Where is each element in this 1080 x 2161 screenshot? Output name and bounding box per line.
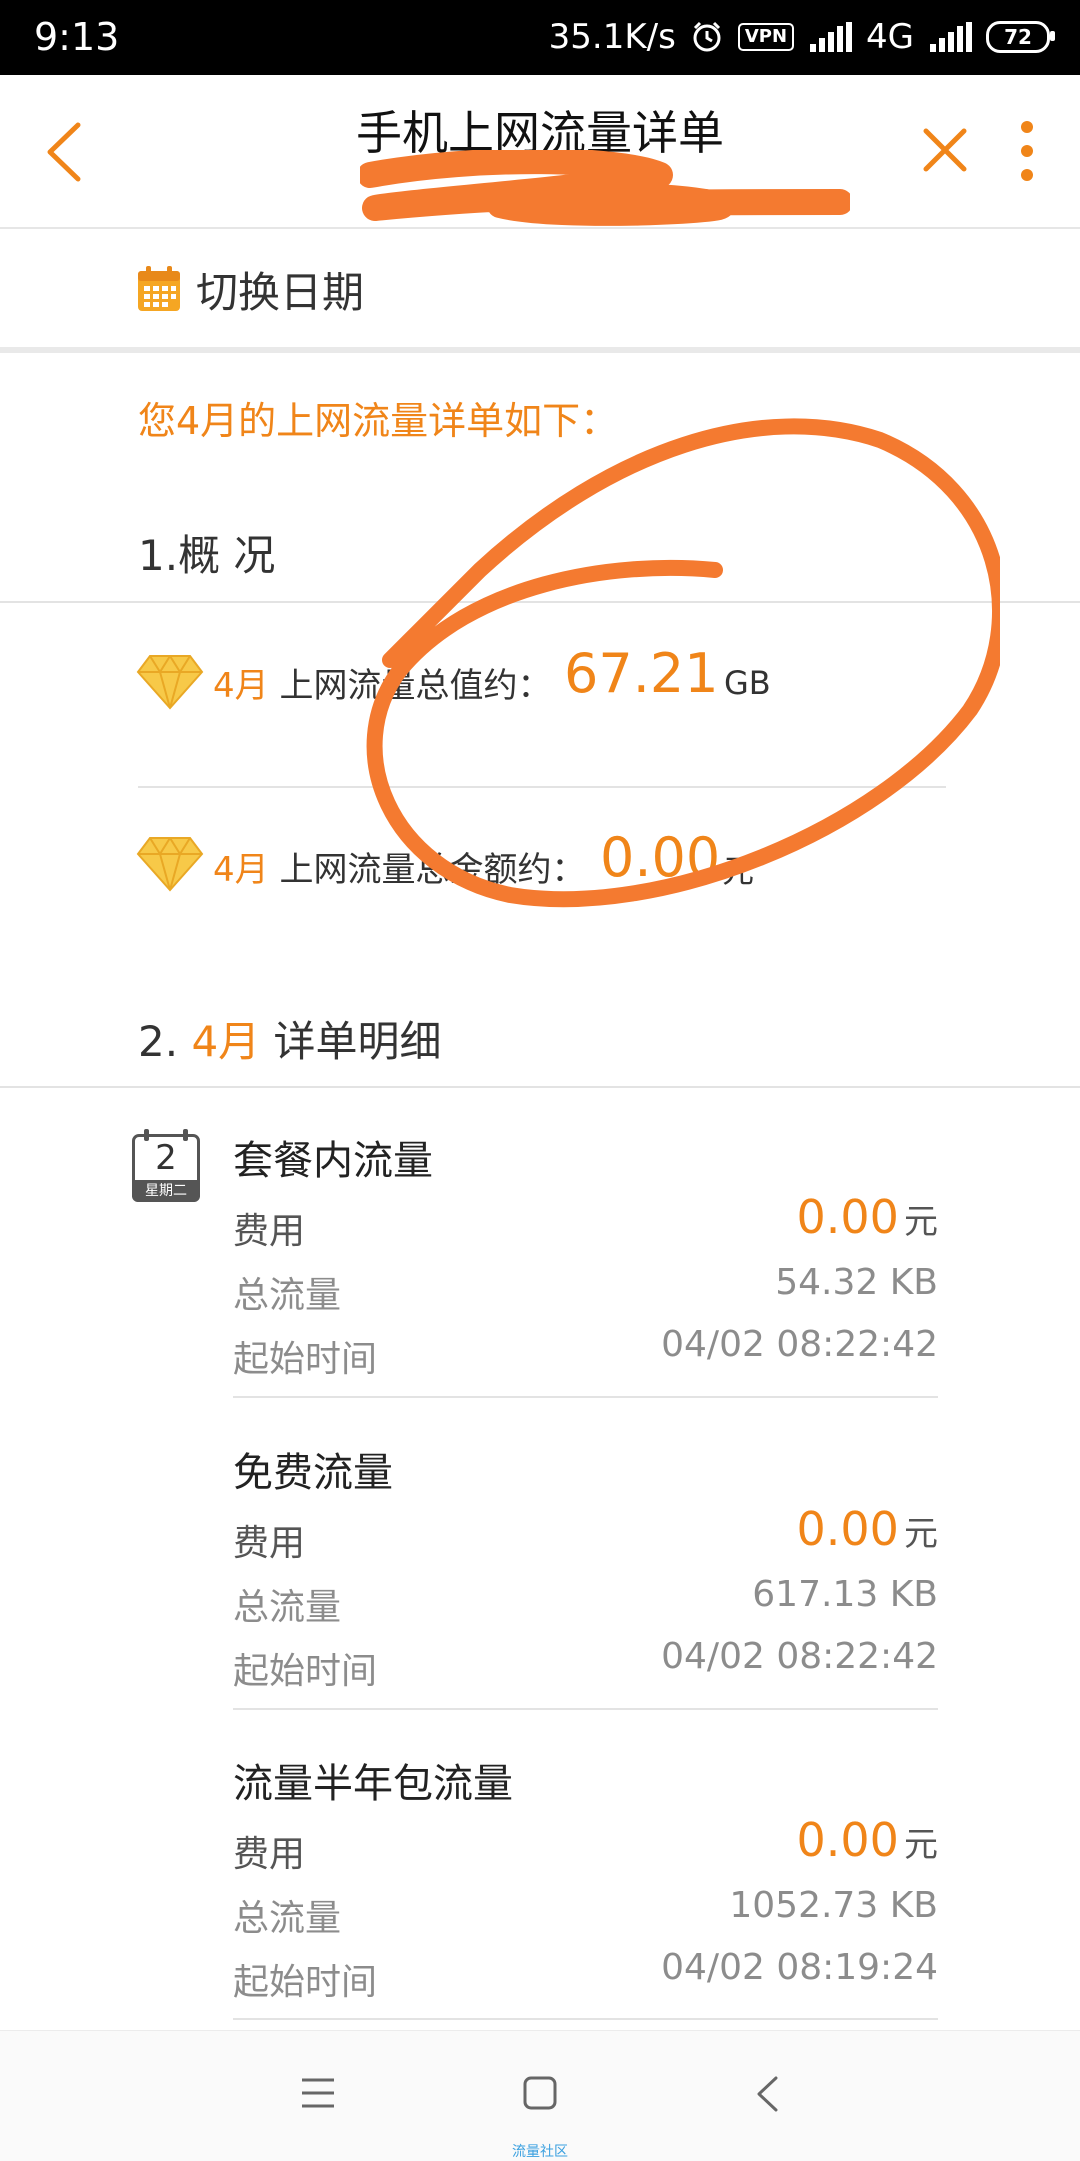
fee-currency: 元 bbox=[904, 1825, 938, 1865]
detail-item: 流量半年包流量 费用 0.00 元 总流量 1052.73 KB 起始时间 04… bbox=[233, 1751, 938, 2041]
item-name: 免费流量 bbox=[233, 1450, 393, 1496]
details-heading-prefix: 2. bbox=[138, 1017, 179, 1066]
navigation-bar: 流量社区 bbox=[0, 2030, 1080, 2161]
traffic-value: 1052.73 KB bbox=[729, 1885, 938, 1926]
day-calendar-icon: 2 星期二 bbox=[132, 1129, 200, 1202]
divider bbox=[233, 1708, 938, 1710]
vpn-icon: VPN bbox=[737, 23, 795, 51]
more-menu-icon[interactable] bbox=[1012, 119, 1042, 183]
fee-currency: 元 bbox=[904, 1514, 938, 1554]
fee-value: 0.00 元 bbox=[796, 1190, 938, 1244]
fee-label: 费用 bbox=[233, 1211, 306, 1252]
fee-currency: 元 bbox=[904, 1202, 938, 1242]
diamond-icon bbox=[136, 655, 204, 710]
start-value: 04/02 08:19:24 bbox=[661, 1947, 938, 1988]
signal-icon bbox=[810, 22, 853, 52]
calendar-day: 2 bbox=[155, 1138, 177, 1178]
traffic-label: 总流量 bbox=[233, 1275, 342, 1316]
traffic-label: 总流量 bbox=[233, 1587, 342, 1628]
calendar-weekday: 星期二 bbox=[132, 1180, 200, 1202]
start-value: 04/02 08:22:42 bbox=[661, 1324, 938, 1365]
overview-heading: 1.概 况 bbox=[138, 531, 276, 580]
alarm-icon bbox=[693, 21, 721, 52]
network-speed: 35.1K/s bbox=[548, 17, 676, 57]
calendar-icon bbox=[138, 266, 180, 311]
fee-value: 0.00 元 bbox=[796, 1502, 938, 1556]
back-icon[interactable] bbox=[754, 2075, 780, 2113]
traffic-label: 总流量 bbox=[233, 1898, 342, 1939]
signal-icon-2 bbox=[930, 22, 972, 52]
divider bbox=[233, 1396, 938, 1398]
section-separator bbox=[0, 347, 1080, 353]
start-value: 04/02 08:22:42 bbox=[661, 1636, 938, 1677]
traffic-value: 54.32 KB bbox=[775, 1262, 938, 1303]
detail-item: 免费流量 费用 0.00 元 总流量 617.13 KB 起始时间 04/02 … bbox=[233, 1440, 938, 1730]
redaction-scribble bbox=[360, 150, 850, 226]
start-label: 起始时间 bbox=[233, 1962, 378, 2003]
watermark: 流量社区 bbox=[512, 2144, 568, 2160]
status-bar: 9:13 35.1K/s VPN 4G 72 bbox=[0, 0, 1080, 75]
close-icon[interactable] bbox=[920, 125, 970, 175]
fee-amount: 0.00 bbox=[796, 1502, 899, 1556]
total-amount-month: 4月 bbox=[213, 850, 269, 890]
traffic-value: 617.13 KB bbox=[752, 1574, 938, 1615]
fee-label: 费用 bbox=[233, 1834, 306, 1875]
details-heading: 2. 4月 详单明细 bbox=[138, 1008, 442, 1069]
switch-date-row[interactable]: 切换日期 bbox=[0, 229, 1080, 347]
divider bbox=[0, 1086, 1080, 1088]
status-icons: 35.1K/s VPN 4G 72 bbox=[548, 14, 1055, 60]
status-time: 9:13 bbox=[34, 15, 120, 59]
diamond-icon bbox=[136, 837, 204, 892]
fee-amount: 0.00 bbox=[796, 1813, 899, 1867]
menu-icon[interactable] bbox=[300, 2077, 336, 2109]
network-type: 4G bbox=[866, 17, 914, 57]
fee-label: 费用 bbox=[233, 1523, 306, 1564]
details-heading-month: 4月 bbox=[191, 1017, 261, 1066]
fee-value: 0.00 元 bbox=[796, 1813, 938, 1867]
circle-scribble bbox=[366, 418, 1000, 908]
start-label: 起始时间 bbox=[233, 1651, 378, 1692]
fee-amount: 0.00 bbox=[796, 1190, 899, 1244]
item-name: 流量半年包流量 bbox=[233, 1761, 513, 1807]
home-icon[interactable] bbox=[522, 2075, 558, 2111]
details-heading-suffix: 详单明细 bbox=[273, 1017, 442, 1066]
detail-item: 套餐内流量 费用 0.00 元 总流量 54.32 KB 起始时间 04/02 … bbox=[233, 1128, 938, 1418]
start-label: 起始时间 bbox=[233, 1339, 378, 1380]
divider bbox=[233, 2018, 938, 2020]
switch-date-label: 切换日期 bbox=[196, 268, 365, 317]
battery-icon: 72 bbox=[986, 21, 1055, 53]
total-traffic-month: 4月 bbox=[213, 666, 269, 706]
item-name: 套餐内流量 bbox=[233, 1138, 433, 1184]
